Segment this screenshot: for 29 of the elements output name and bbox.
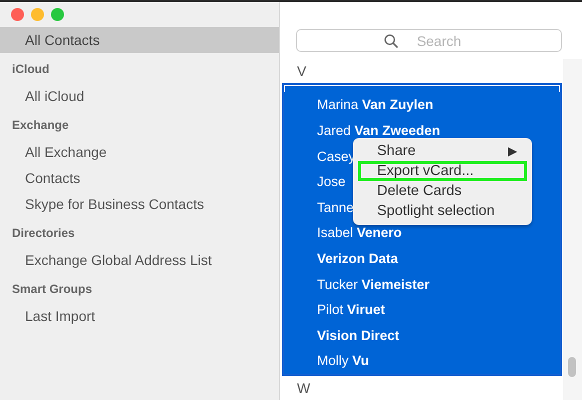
contact-row[interactable]: Pilot Viruet	[284, 297, 560, 323]
sidebar-item[interactable]: Exchange Global Address List	[0, 247, 279, 273]
sidebar-heading: Directories	[12, 226, 75, 240]
scrollbar-thumb[interactable]	[568, 357, 576, 378]
contact-row[interactable]: Vision Direct	[284, 322, 560, 348]
menu-item[interactable]: Share ▶	[358, 141, 527, 162]
zoom-button[interactable]	[51, 8, 64, 21]
menu-item[interactable]: Spotlight selection	[358, 201, 527, 222]
sidebar-item[interactable]: All Exchange	[0, 139, 279, 165]
search-field[interactable]: Search	[296, 29, 562, 52]
sidebar-item[interactable]: Skype for Business Contacts	[0, 191, 279, 217]
close-button[interactable]	[11, 8, 24, 21]
sidebar-heading: Exchange	[12, 118, 69, 132]
contact-row[interactable]: Verizon Data	[284, 246, 560, 272]
sidebar-item[interactable]: All Contacts	[0, 27, 279, 53]
contact-row[interactable]: Tucker Viemeister	[284, 272, 560, 298]
section-letter: V	[297, 63, 306, 80]
section-letter: W	[297, 380, 310, 396]
sidebar-heading: Smart Groups	[12, 282, 92, 296]
minimize-button[interactable]	[31, 8, 44, 21]
contact-row[interactable]: Molly Vu	[284, 348, 560, 374]
menu-item[interactable]: Delete Cards	[358, 181, 527, 202]
sidebar-item[interactable]: Contacts	[0, 165, 279, 191]
menu-item[interactable]: Export vCard...	[358, 161, 527, 182]
contact-row[interactable]: Marina Van Zuylen	[284, 92, 560, 118]
sidebar-item[interactable]: All iCloud	[0, 83, 279, 109]
search-icon	[384, 34, 398, 48]
sidebar-heading: iCloud	[12, 62, 50, 76]
sidebar-item[interactable]: Last Import	[0, 303, 279, 329]
